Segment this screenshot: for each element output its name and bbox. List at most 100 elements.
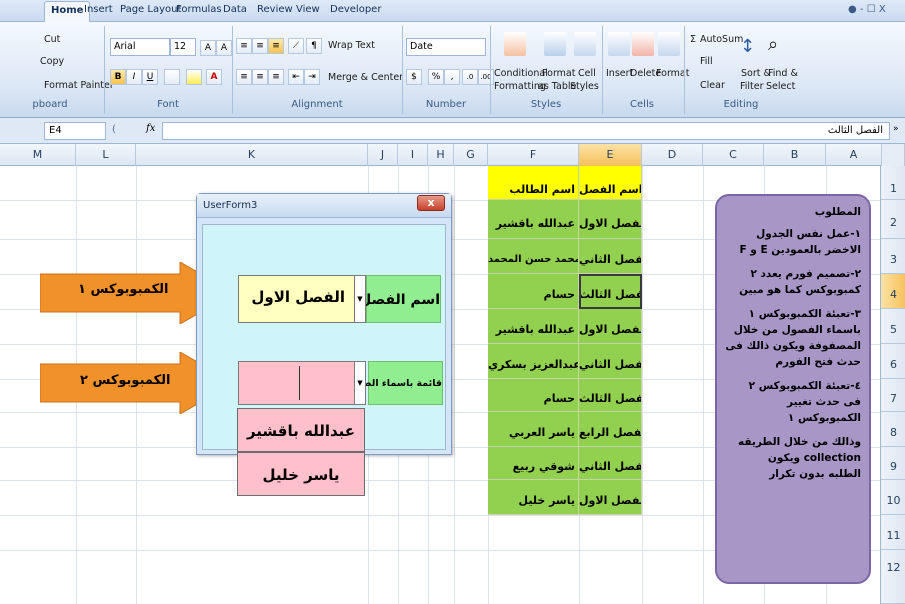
autosum-button[interactable]: AutoSum: [700, 34, 743, 45]
row-header-7[interactable]: 7: [881, 379, 905, 412]
format-as-table-button[interactable]: Format: [542, 68, 575, 79]
column-header-i[interactable]: I: [398, 144, 428, 166]
tab-view[interactable]: View: [296, 4, 320, 15]
table-cell-student[interactable]: حسام: [488, 379, 579, 412]
window-controls[interactable]: ● - ☐ X: [848, 4, 886, 15]
students-dropdown-item[interactable]: ياسر خليل: [237, 452, 365, 496]
table-header-class[interactable]: اسم الفصل: [579, 166, 642, 200]
table-cell-class[interactable]: الفصل الاول: [579, 480, 642, 515]
borders-icon[interactable]: [164, 69, 180, 85]
tab-page-layout[interactable]: Page Layout: [120, 4, 181, 15]
students-combobox[interactable]: ▼: [238, 361, 366, 405]
sort-filter-icon[interactable]: ↕: [740, 36, 755, 57]
rtl-icon[interactable]: ¶: [306, 38, 322, 54]
table-cell-class[interactable]: الفصل الثاني: [579, 447, 642, 480]
table-cell-student[interactable]: ياسر العربي: [488, 412, 579, 447]
chevron-down-icon[interactable]: ▼: [354, 362, 365, 404]
table-cell-class[interactable]: الفصل الثالث: [579, 379, 642, 412]
table-header-student[interactable]: اسم الطالب: [488, 166, 579, 200]
row-header-3[interactable]: 3: [881, 239, 905, 274]
bold-button[interactable]: B: [110, 69, 126, 85]
tab-review[interactable]: Review: [257, 4, 293, 15]
number-format-select[interactable]: Date: [406, 38, 486, 56]
table-cell-student[interactable]: عبدالعزيز بسكري: [488, 344, 579, 379]
align-center-icon[interactable]: ≡: [252, 69, 268, 85]
fx-icon[interactable]: fx: [146, 123, 155, 134]
formula-input[interactable]: الفصل الثالث: [162, 122, 890, 140]
cell-styles-icon[interactable]: [574, 32, 596, 56]
row-header-10[interactable]: 10: [881, 480, 905, 515]
format-as-table-icon[interactable]: [544, 32, 566, 56]
fill-color-icon[interactable]: [186, 69, 202, 85]
row-header-11[interactable]: 11: [881, 515, 905, 550]
row-header-8[interactable]: 8: [881, 412, 905, 447]
column-header-c[interactable]: C: [703, 144, 764, 166]
column-header-h[interactable]: H: [428, 144, 454, 166]
shrink-font-button[interactable]: A: [216, 40, 232, 56]
column-header-j[interactable]: J: [368, 144, 398, 166]
table-cell-class[interactable]: الفصل الثاني: [579, 344, 642, 379]
name-box[interactable]: E4: [44, 122, 106, 140]
underline-button[interactable]: U: [142, 69, 158, 85]
font-size-select[interactable]: 12: [170, 38, 196, 56]
italic-button[interactable]: I: [126, 69, 142, 85]
sort-filter-button[interactable]: Sort &: [741, 68, 771, 79]
column-header-g[interactable]: G: [454, 144, 488, 166]
row-header-12[interactable]: 12: [881, 550, 905, 604]
students-dropdown-item[interactable]: عبدالله باقشير: [237, 408, 365, 452]
table-cell-student[interactable]: محمد حسن المحمد: [488, 239, 579, 274]
decrease-decimal-button[interactable]: .00: [478, 69, 494, 85]
conditional-formatting-button[interactable]: Conditional: [494, 68, 548, 79]
tab-data[interactable]: Data: [223, 4, 247, 15]
column-header-k[interactable]: K: [136, 144, 368, 166]
font-color-button[interactable]: A: [206, 69, 222, 85]
row-header-1[interactable]: 1: [881, 166, 905, 200]
column-header-f[interactable]: F: [488, 144, 579, 166]
row-header-2[interactable]: 2: [881, 200, 905, 239]
increase-indent-icon[interactable]: ⇥: [304, 69, 320, 85]
tab-insert[interactable]: Insert: [84, 4, 113, 15]
decrease-indent-icon[interactable]: ⇤: [288, 69, 304, 85]
table-cell-class[interactable]: الفصل الاول: [579, 200, 642, 239]
conditional-formatting-icon[interactable]: [504, 32, 526, 56]
table-cell-class[interactable]: الفصل الثاني: [579, 239, 642, 274]
column-header-b[interactable]: B: [764, 144, 826, 166]
userform-titlebar[interactable]: UserForm3 x: [197, 194, 451, 218]
select-all-corner[interactable]: [882, 144, 905, 166]
percent-button[interactable]: %: [428, 69, 444, 85]
table-cell-student[interactable]: عبدالله باقشير: [488, 200, 579, 239]
close-button[interactable]: x: [417, 195, 445, 211]
align-right-icon[interactable]: ≡: [268, 69, 284, 85]
table-cell-student[interactable]: عبدالله باقشير: [488, 309, 579, 344]
font-name-select[interactable]: Arial: [110, 38, 170, 56]
currency-icon[interactable]: $: [406, 69, 422, 85]
row-header-6[interactable]: 6: [881, 344, 905, 379]
align-left-icon[interactable]: ≡: [236, 69, 252, 85]
clear-button[interactable]: Clear: [700, 80, 725, 91]
chevron-down-icon[interactable]: ▼: [354, 276, 365, 322]
table-cell-student[interactable]: حسام: [488, 274, 579, 309]
row-header-9[interactable]: 9: [881, 447, 905, 480]
insert-cells-icon[interactable]: [608, 32, 630, 56]
align-bottom-icon[interactable]: ≡: [268, 38, 284, 54]
column-header-l[interactable]: L: [76, 144, 136, 166]
column-header-e[interactable]: E: [579, 144, 642, 166]
selected-cell-e4[interactable]: الفصل الثالث: [579, 274, 642, 309]
orientation-icon[interactable]: ⟋: [288, 38, 304, 54]
table-cell-class[interactable]: الفصل الاول: [579, 309, 642, 344]
expand-formula-icon[interactable]: »: [893, 124, 899, 134]
tab-formulas[interactable]: Formulas: [176, 4, 222, 15]
table-cell-class[interactable]: الفصل الرابع: [579, 412, 642, 447]
grow-font-button[interactable]: A: [200, 40, 216, 56]
binoculars-icon[interactable]: ⌕: [768, 34, 778, 55]
class-combobox[interactable]: الفصل الاول ▼: [238, 275, 366, 323]
align-middle-icon[interactable]: ≡: [252, 38, 268, 54]
tab-developer[interactable]: Developer: [330, 4, 381, 15]
table-cell-student[interactable]: ياسر خليل: [488, 480, 579, 515]
delete-cells-icon[interactable]: [632, 32, 654, 56]
column-header-m[interactable]: M: [0, 144, 76, 166]
cut-button[interactable]: Cut: [44, 34, 60, 45]
cell-styles-button[interactable]: Cell: [578, 68, 596, 79]
align-top-icon[interactable]: ≡: [236, 38, 252, 54]
copy-button[interactable]: Copy: [40, 56, 64, 67]
